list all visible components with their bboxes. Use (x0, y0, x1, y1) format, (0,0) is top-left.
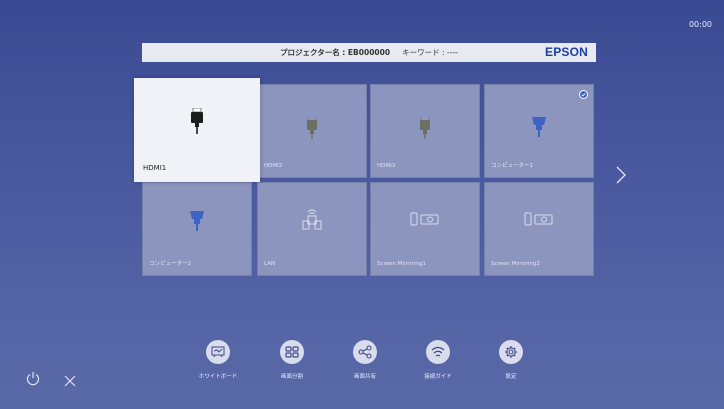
share-icon (353, 340, 377, 364)
source-label: HDMI2 (264, 163, 283, 169)
clock: 00:00 (688, 20, 712, 29)
projector-name: プロジェクター名 : EB000000 (280, 48, 391, 57)
power-icon[interactable] (26, 371, 40, 390)
settings-button[interactable]: 設定 (491, 340, 531, 380)
projector-info-bar: プロジェクター名 : EB000000 キーワード : ---- EPSON (142, 43, 596, 62)
split-screen-icon (280, 340, 304, 364)
split-screen-button[interactable]: 画面分割 (272, 340, 312, 380)
source-tile-screen-mirroring1[interactable]: Screen Mirroring1 (370, 182, 480, 276)
source-tile-screen-mirroring2[interactable]: Screen Mirroring2 (484, 182, 594, 276)
hdmi-icon (420, 116, 430, 143)
mirroring-icon (410, 211, 440, 231)
source-label: Screen Mirroring1 (377, 261, 426, 267)
source-tile-lan[interactable]: LAN (257, 182, 367, 276)
close-icon[interactable] (64, 372, 76, 391)
source-label: Screen Mirroring2 (491, 261, 540, 267)
source-tile-computer2[interactable]: コンピューター2 (142, 182, 252, 276)
source-tile-hdmi1[interactable]: HDMI1 (134, 78, 260, 182)
whiteboard-button[interactable]: ホワイトボード (198, 340, 238, 380)
epson-logo: EPSON (544, 45, 588, 59)
vga-icon (532, 117, 546, 141)
source-label: HDMI3 (377, 163, 396, 169)
gear-icon (499, 340, 523, 364)
hdmi-icon (307, 116, 317, 143)
hdmi-icon (191, 107, 203, 138)
mirroring-icon (524, 211, 554, 231)
check-icon (579, 90, 588, 99)
chevron-right-icon[interactable] (616, 166, 626, 188)
source-label: コンピューター1 (491, 163, 533, 169)
connection-guide-button[interactable]: 接続ガイド (418, 340, 458, 380)
source-label: コンピューター2 (149, 261, 191, 267)
source-tile-computer1[interactable]: コンピューター1 (484, 84, 594, 178)
source-tile-hdmi3[interactable]: HDMI3 (370, 84, 480, 178)
source-label: HDMI1 (143, 164, 167, 172)
keyword: キーワード : ---- (402, 48, 458, 57)
share-button[interactable]: 画面共有 (345, 340, 385, 380)
lan-icon (300, 207, 324, 235)
whiteboard-icon (206, 340, 230, 364)
source-label: LAN (264, 261, 276, 267)
wifi-icon (426, 340, 450, 364)
source-tile-hdmi2[interactable]: HDMI2 (257, 84, 367, 178)
vga-icon (190, 211, 204, 235)
